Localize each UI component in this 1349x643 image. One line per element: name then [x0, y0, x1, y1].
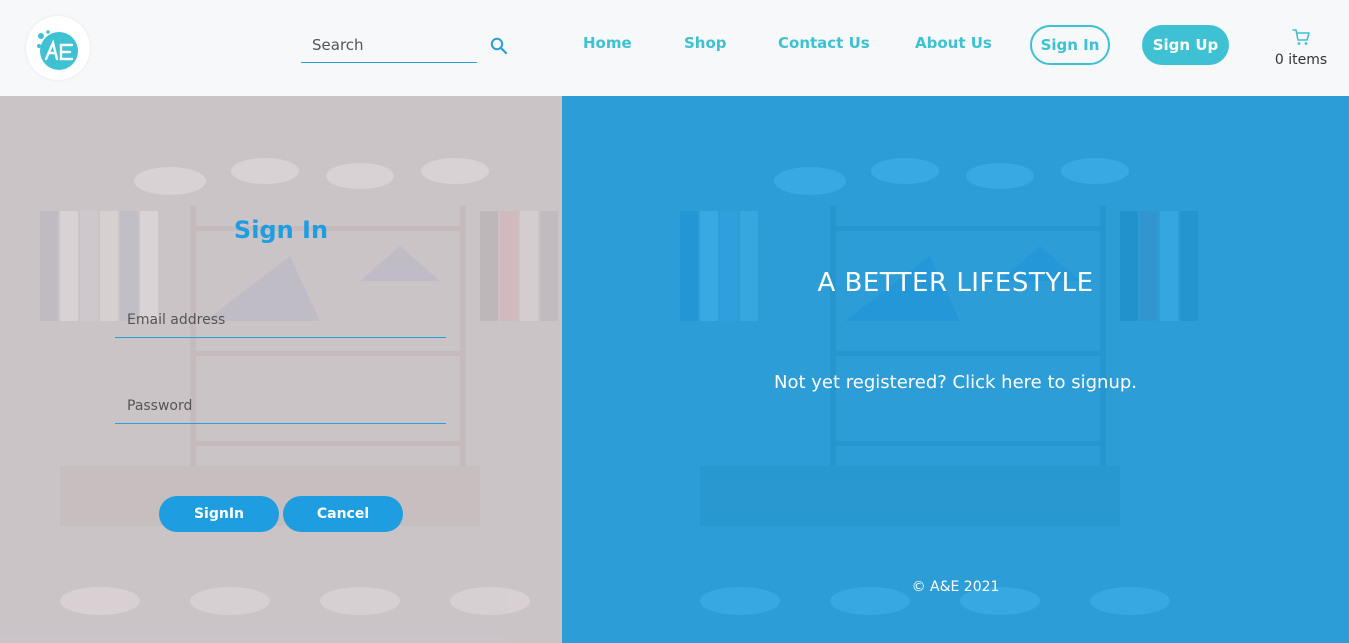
cart-button[interactable]: 0 items	[1270, 28, 1332, 72]
password-field-wrapper	[115, 388, 446, 424]
signin-title: Sign In	[233, 216, 329, 244]
cart-icon	[1292, 29, 1310, 45]
logo[interactable]	[26, 16, 90, 80]
logo-icon	[37, 30, 78, 70]
search-icon[interactable]	[489, 36, 509, 56]
signin-submit-button[interactable]: SignIn	[159, 496, 279, 532]
header-sign-up-button[interactable]: Sign Up	[1142, 25, 1229, 65]
cancel-button[interactable]: Cancel	[283, 496, 403, 532]
footer-copyright: © A&E 2021	[911, 579, 1000, 595]
email-field[interactable]	[115, 302, 446, 337]
cart-count: 0 items	[1274, 52, 1328, 68]
signin-panel	[0, 96, 562, 643]
signup-link[interactable]: Not yet registered? Click here to signup…	[562, 372, 1349, 393]
nav-shop[interactable]: Shop	[684, 34, 727, 52]
nav-home[interactable]: Home	[583, 34, 632, 52]
email-field-wrapper	[115, 302, 446, 338]
tagline: A BETTER LIFESTYLE	[817, 268, 1094, 298]
nav-about-us[interactable]: About Us	[915, 34, 992, 52]
password-field[interactable]	[115, 388, 446, 423]
nav-contact-us[interactable]: Contact Us	[778, 34, 870, 52]
search-box	[301, 28, 477, 63]
promo-panel	[562, 96, 1349, 643]
site-header: Home Shop Contact Us About Us Sign In Si…	[0, 0, 1349, 96]
header-sign-in-button[interactable]: Sign In	[1030, 25, 1110, 65]
search-input[interactable]	[301, 28, 477, 62]
